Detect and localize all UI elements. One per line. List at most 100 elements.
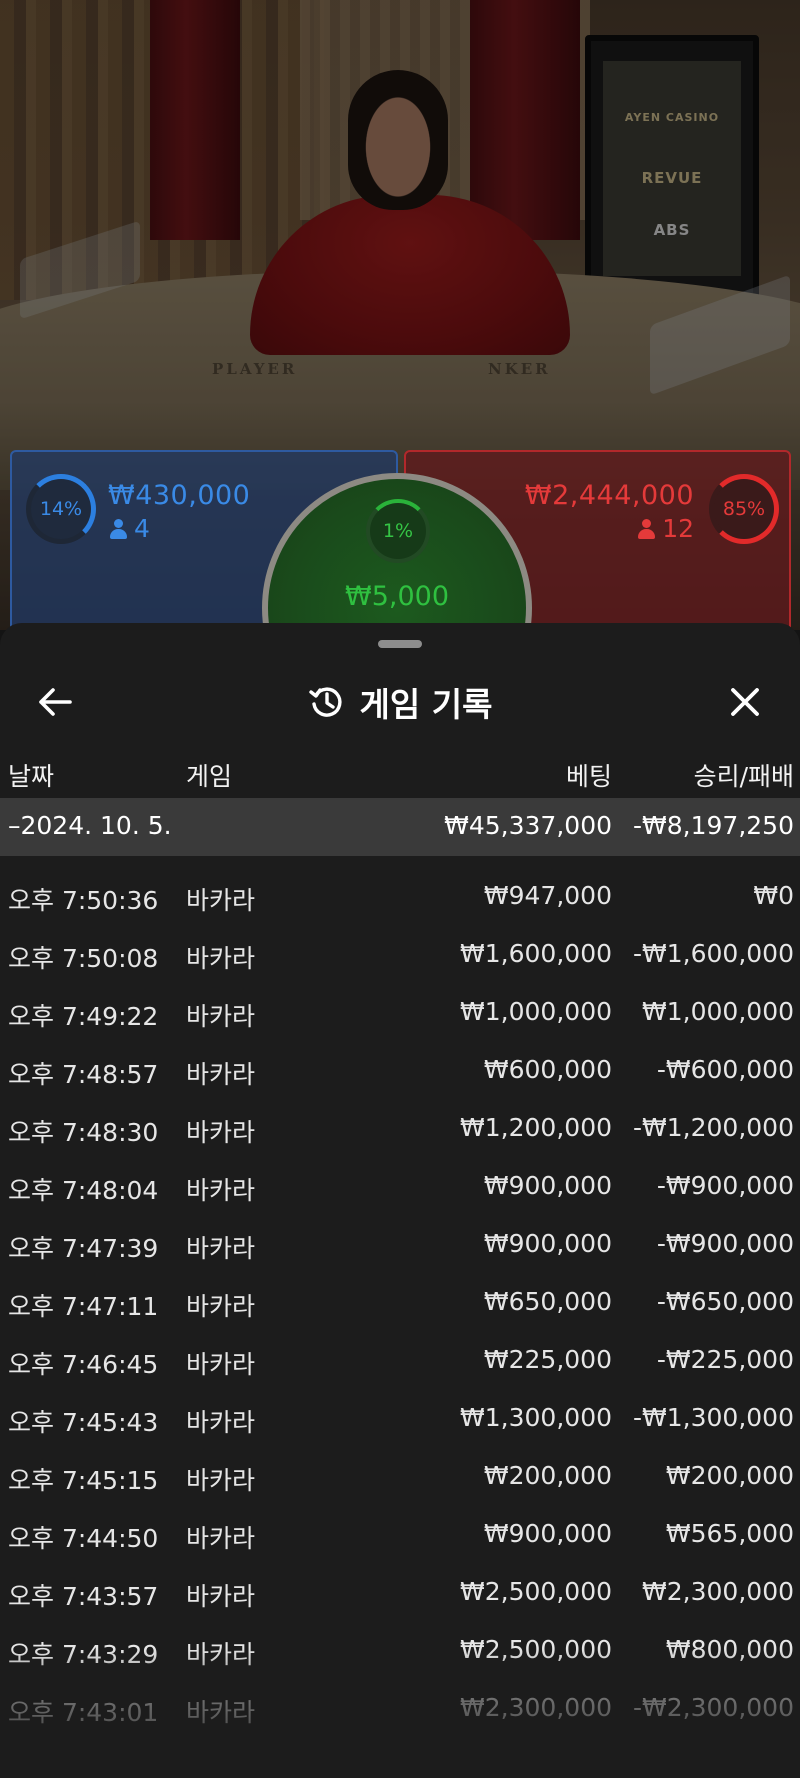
history-row[interactable]: 오후 7:44:50 바카라 ₩900,000 ₩565,000	[0, 1494, 800, 1553]
row-time: 오후 7:44:50	[8, 1524, 159, 1553]
history-row[interactable]: 오후 7:49:22 바카라 ₩1,000,000 ₩1,000,000	[0, 972, 800, 1031]
tie-bet-amount: ₩5,000	[345, 581, 449, 612]
row-bet: ₩2,500,000	[460, 1635, 612, 1664]
banker-bettor-count: 12	[638, 514, 694, 543]
row-game: 바카라	[186, 1524, 256, 1553]
date-group-row[interactable]: –2024. 10. 5. ₩45,337,000 -₩8,197,250	[0, 798, 800, 856]
history-row[interactable]: 오후 7:45:43 바카라 ₩1,300,000 -₩1,300,000	[0, 1378, 800, 1437]
row-bet: ₩2,300,000	[460, 1693, 612, 1722]
row-result: -₩600,000	[656, 1055, 794, 1084]
row-result: ₩2,300,000	[642, 1577, 794, 1606]
row-time: 오후 7:46:45	[8, 1350, 159, 1379]
row-bet: ₩650,000	[483, 1287, 612, 1316]
row-bet: ₩225,000	[483, 1345, 612, 1374]
row-time: 오후 7:45:43	[8, 1408, 159, 1437]
row-bet: ₩1,300,000	[460, 1403, 612, 1432]
row-bet: ₩900,000	[483, 1519, 612, 1548]
history-row[interactable]: 오후 7:48:04 바카라 ₩900,000 -₩900,000	[0, 1146, 800, 1205]
row-result: -₩1,300,000	[633, 1403, 794, 1432]
history-row[interactable]: 오후 7:47:11 바카라 ₩650,000 -₩650,000	[0, 1262, 800, 1321]
banker-percent-ring: 85%	[709, 474, 779, 544]
history-row[interactable]: 오후 7:50:36 바카라 ₩947,000 ₩0	[0, 856, 800, 915]
row-bet: ₩947,000	[483, 881, 612, 910]
history-rows: 오후 7:50:36 바카라 ₩947,000 ₩0 오후 7:50:08 바카라 ₩1,6…	[0, 856, 800, 1727]
row-time: 오후 7:50:08	[8, 944, 159, 973]
history-row[interactable]: 오후 7:47:39 바카라 ₩900,000 -₩900,000	[0, 1204, 800, 1263]
column-game: 게임	[186, 762, 233, 791]
row-game: 바카라	[186, 1234, 256, 1263]
row-bet: ₩1,600,000	[460, 939, 612, 968]
sheet-drag-handle[interactable]	[378, 640, 422, 648]
row-game: 바카라	[186, 1118, 256, 1147]
row-bet: ₩1,200,000	[460, 1113, 612, 1142]
date-group-label: –2024. 10. 5.	[8, 811, 172, 840]
row-result: -₩1,200,000	[633, 1113, 794, 1142]
row-bet: ₩200,000	[483, 1461, 612, 1490]
history-row[interactable]: 오후 7:43:29 바카라 ₩2,500,000 ₩800,000	[0, 1610, 800, 1669]
row-bet: ₩600,000	[483, 1055, 612, 1084]
history-row[interactable]: 오후 7:43:57 바카라 ₩2,500,000 ₩2,300,000	[0, 1552, 800, 1611]
row-bet: ₩2,500,000	[460, 1577, 612, 1606]
row-bet: ₩900,000	[483, 1229, 612, 1258]
history-row[interactable]: 오후 7:48:57 바카라 ₩600,000 -₩600,000	[0, 1030, 800, 1089]
history-row[interactable]: 오후 7:45:15 바카라 ₩200,000 ₩200,000	[0, 1436, 800, 1495]
sheet-title: 게임 기록	[359, 685, 493, 724]
player-bet-amount: ₩430,000	[108, 480, 251, 511]
date-group-bet-total: ₩45,337,000	[444, 811, 612, 840]
row-result: -₩900,000	[656, 1171, 794, 1200]
row-game: 바카라	[186, 1350, 256, 1379]
row-game: 바카라	[186, 1060, 256, 1089]
history-row[interactable]: 오후 7:48:30 바카라 ₩1,200,000 -₩1,200,000	[0, 1088, 800, 1147]
row-game: 바카라	[186, 1002, 256, 1031]
row-game: 바카라	[186, 1466, 256, 1495]
row-game: 바카라	[186, 1408, 256, 1437]
row-result: -₩2,300,000	[633, 1693, 794, 1722]
column-bet: 베팅	[565, 762, 612, 791]
sheet-title-group: 게임 기록	[0, 677, 800, 727]
history-icon	[308, 687, 342, 717]
tie-percent-ring: 1%	[366, 499, 430, 563]
row-time: 오후 7:43:57	[8, 1582, 159, 1611]
history-column-headers: 날짜 게임 베팅 승리/패배	[0, 751, 800, 795]
row-game: 바카라	[186, 1582, 256, 1611]
person-icon	[110, 518, 127, 539]
row-game: 바카라	[186, 1176, 256, 1205]
row-result: -₩900,000	[656, 1229, 794, 1258]
row-time: 오후 7:43:29	[8, 1640, 159, 1669]
row-result: ₩800,000	[665, 1635, 794, 1664]
player-bettor-count: 4	[110, 514, 150, 543]
row-result: ₩0	[753, 881, 794, 910]
close-icon	[731, 688, 759, 716]
row-game: 바카라	[186, 944, 256, 973]
banker-bet-amount: ₩2,444,000	[524, 480, 694, 511]
sheet-header: 게임 기록	[0, 663, 800, 743]
row-bet: ₩1,000,000	[460, 997, 612, 1026]
row-time: 오후 7:48:30	[8, 1118, 159, 1147]
history-row[interactable]: 오후 7:46:45 바카라 ₩225,000 -₩225,000	[0, 1320, 800, 1379]
row-game: 바카라	[186, 1292, 256, 1321]
close-button[interactable]	[720, 677, 770, 727]
row-bet: ₩900,000	[483, 1171, 612, 1200]
player-percent-ring: 14%	[26, 474, 96, 544]
row-result: -₩225,000	[656, 1345, 794, 1374]
row-result: ₩200,000	[665, 1461, 794, 1490]
column-result: 승리/패배	[693, 762, 794, 791]
row-time: 오후 7:48:04	[8, 1176, 159, 1205]
row-time: 오후 7:50:36	[8, 886, 159, 915]
history-row[interactable]: 오후 7:43:01 바카라 ₩2,300,000 -₩2,300,000	[0, 1668, 800, 1727]
history-row[interactable]: 오후 7:50:08 바카라 ₩1,600,000 -₩1,600,000	[0, 914, 800, 973]
row-result: -₩1,600,000	[633, 939, 794, 968]
person-icon	[638, 518, 656, 539]
row-result: ₩565,000	[665, 1519, 794, 1548]
date-group-result-total: -₩8,197,250	[633, 811, 794, 840]
row-game: 바카라	[186, 1640, 256, 1669]
row-time: 오후 7:47:39	[8, 1234, 159, 1263]
row-time: 오후 7:48:57	[8, 1060, 159, 1089]
row-result: ₩1,000,000	[642, 997, 794, 1026]
row-time: 오후 7:45:15	[8, 1466, 159, 1495]
row-time: 오후 7:49:22	[8, 1002, 159, 1031]
column-date: 날짜	[8, 762, 55, 791]
row-time: 오후 7:43:01	[8, 1698, 159, 1727]
game-history-sheet: 게임 기록 날짜 게임 베팅 승리/패배 –2024. 10. 5. ₩45,3…	[0, 623, 800, 1778]
row-game: 바카라	[186, 1698, 256, 1727]
